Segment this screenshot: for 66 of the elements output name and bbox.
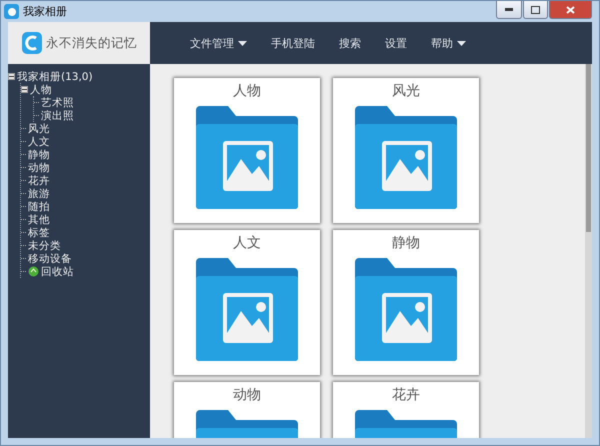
tree-item[interactable]: 未分类 xyxy=(21,239,150,252)
close-button[interactable] xyxy=(549,1,592,19)
album-card[interactable]: 花卉 xyxy=(333,382,479,438)
tree-item[interactable]: 动物 xyxy=(21,161,150,174)
tree-item[interactable]: 花卉 xyxy=(21,174,150,187)
menu-item[interactable]: 文件管理 xyxy=(190,36,247,50)
tree-label: 演出照 xyxy=(41,108,74,122)
menu-item[interactable]: 搜索 xyxy=(339,36,361,50)
collapse-icon[interactable] xyxy=(21,86,28,93)
tree-item[interactable]: 随拍 xyxy=(21,200,150,213)
tree-label: 其他 xyxy=(28,212,50,226)
album-title: 风光 xyxy=(392,82,420,100)
album-title: 动物 xyxy=(233,386,261,404)
maximize-icon xyxy=(531,6,540,14)
menu-item[interactable]: 帮助 xyxy=(431,36,466,50)
tree-item[interactable]: 风光 xyxy=(21,122,150,135)
folder-image-icon xyxy=(355,106,457,209)
folder-image-icon xyxy=(355,258,457,361)
app-icon xyxy=(4,4,19,19)
album-title: 人物 xyxy=(233,82,261,100)
album-title: 静物 xyxy=(392,234,420,252)
album-card[interactable]: 风光 xyxy=(333,78,479,223)
tree-item[interactable]: 移动设备 xyxy=(21,252,150,265)
tree-item[interactable]: 人物 xyxy=(21,83,150,96)
tree-label: 随拍 xyxy=(28,200,50,214)
tree-label: 风光 xyxy=(28,122,50,136)
album-card[interactable]: 人物 xyxy=(174,78,320,223)
tree-label: 花卉 xyxy=(28,174,50,188)
tree-item[interactable]: 人文 xyxy=(21,135,150,148)
tree-label: 标签 xyxy=(28,226,50,240)
tree-label: 回收站 xyxy=(41,264,74,278)
collapse-icon[interactable] xyxy=(8,73,15,80)
folder-image-icon xyxy=(196,258,298,361)
scrollbar[interactable] xyxy=(585,64,592,438)
tree-label: 旅游 xyxy=(28,186,50,200)
tree-item[interactable]: 演出照 xyxy=(34,109,150,122)
tree-item[interactable]: 我家相册(13,0) xyxy=(8,70,150,83)
logo-text: 永不消失的记忆 xyxy=(46,34,137,52)
logo-icon xyxy=(22,32,42,54)
tree-label: 移动设备 xyxy=(28,252,72,266)
tree-item[interactable]: 标签 xyxy=(21,226,150,239)
album-title: 花卉 xyxy=(392,386,420,404)
maximize-button[interactable] xyxy=(523,1,548,19)
tree-label: 人文 xyxy=(28,134,50,148)
window-title: 我家相册 xyxy=(23,4,68,19)
tree-item[interactable]: 静物 xyxy=(21,148,150,161)
album-card[interactable]: 人文 xyxy=(174,230,320,375)
tree-label: 我家相册(13,0) xyxy=(17,70,93,84)
tree-item[interactable]: 其他 xyxy=(21,213,150,226)
album-title: 人文 xyxy=(233,234,261,252)
folder-image-icon xyxy=(196,106,298,209)
album-card[interactable]: 静物 xyxy=(333,230,479,375)
tree-label: 艺术照 xyxy=(41,96,74,110)
menu-item[interactable]: 手机登陆 xyxy=(271,36,315,50)
minimize-icon xyxy=(505,8,513,11)
close-icon xyxy=(566,6,575,14)
tree-item[interactable]: 回收站 xyxy=(21,265,150,278)
tree-label: 动物 xyxy=(28,160,50,174)
tree-item[interactable]: 旅游 xyxy=(21,187,150,200)
tree-item[interactable]: 艺术照 xyxy=(34,96,150,109)
album-card[interactable]: 动物 xyxy=(174,382,320,438)
menu-item[interactable]: 设置 xyxy=(385,36,407,50)
minimize-button[interactable] xyxy=(496,1,522,19)
tree-label: 静物 xyxy=(28,148,50,162)
tree-label: 人物 xyxy=(30,82,52,96)
tree-label: 未分类 xyxy=(28,238,61,252)
